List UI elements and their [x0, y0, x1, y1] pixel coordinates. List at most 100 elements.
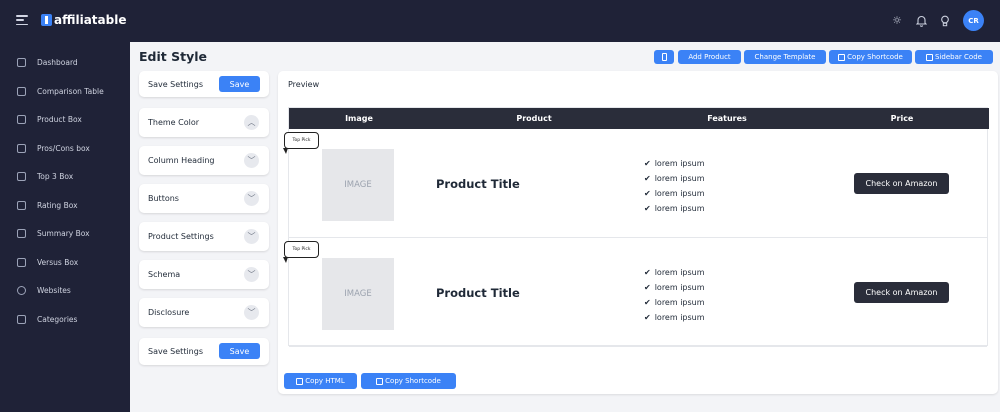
sidebar-item-dashboard[interactable]: Dashboard: [17, 58, 78, 67]
save-settings-label: Save Settings: [148, 347, 203, 356]
feature-text: lorem ipsum: [654, 298, 705, 307]
list-item: ✔ lorem ipsum: [644, 295, 705, 310]
sidebar-item-pros-cons[interactable]: Pros/Cons box: [17, 144, 90, 153]
avatar[interactable]: CR: [963, 10, 984, 31]
feature-text: lorem ipsum: [654, 159, 705, 168]
logo-mark-icon: [41, 14, 52, 26]
header-image: Image: [345, 114, 373, 123]
feature-list: ✔ lorem ipsum ✔ lorem ipsum ✔ lorem ipsum ✔…: [644, 156, 705, 216]
save-button[interactable]: Save: [219, 76, 260, 92]
list-item: ✔ lorem ipsum: [644, 156, 705, 171]
comparison-table: Image Product Features Price Top Pick IM…: [283, 107, 989, 347]
sun-icon[interactable]: ☼: [891, 14, 903, 27]
product-image-placeholder: IMAGE: [322, 149, 394, 221]
feature-text: lorem ipsum: [654, 189, 705, 198]
check-icon: ✔: [644, 313, 651, 322]
header-features: Features: [707, 114, 747, 123]
check-on-amazon-button[interactable]: Check on Amazon: [854, 173, 949, 194]
save-button[interactable]: Save: [219, 343, 260, 359]
sidebar-item-comparison-table[interactable]: Comparison Table: [17, 87, 104, 96]
check-icon: ✔: [644, 159, 651, 168]
sidebar-code-button[interactable]: Sidebar Code: [915, 50, 993, 64]
save-settings-top: Save Settings Save: [139, 71, 269, 97]
section-label: Disclosure: [148, 308, 190, 317]
mobile-preview-button[interactable]: [654, 50, 674, 64]
sidebar-item-summary-box[interactable]: Summary Box: [17, 229, 90, 238]
sidebar-item-categories[interactable]: Categories: [17, 315, 77, 324]
chevron-up-icon[interactable]: ︿: [244, 115, 259, 130]
chevron-down-icon[interactable]: ﹀: [244, 191, 259, 206]
sidebar-item-label: Versus Box: [37, 258, 79, 267]
section-column-heading[interactable]: Column Heading ﹀: [139, 146, 269, 175]
check-on-amazon-button[interactable]: Check on Amazon: [854, 282, 949, 303]
sidebar-item-rating-box[interactable]: Rating Box: [17, 201, 78, 210]
copy-icon: [838, 53, 846, 61]
section-schema[interactable]: Schema ﹀: [139, 260, 269, 289]
logo[interactable]: affiliatable: [41, 13, 126, 27]
feature-list: ✔ lorem ipsum ✔ lorem ipsum ✔ lorem ipsum ✔…: [644, 265, 705, 325]
check-icon: ✔: [644, 204, 651, 213]
header-price: Price: [890, 114, 914, 123]
section-buttons[interactable]: Buttons ﹀: [139, 184, 269, 213]
menu-icon[interactable]: [16, 15, 28, 25]
section-disclosure[interactable]: Disclosure ﹀: [139, 298, 269, 327]
topbar-actions: ☼ CR: [891, 10, 984, 31]
sidebar-item-label: Categories: [37, 315, 78, 324]
table-icon: [17, 87, 26, 96]
save-settings-bottom: Save Settings Save: [139, 338, 269, 365]
chevron-down-icon[interactable]: ﹀: [244, 305, 259, 320]
chevron-down-icon[interactable]: ﹀: [244, 229, 259, 244]
check-icon: ✔: [644, 283, 651, 292]
feature-text: lorem ipsum: [654, 174, 705, 183]
folder-icon: [17, 315, 26, 324]
summary-icon: [17, 229, 26, 238]
copy-html-label: Copy HTML: [305, 377, 345, 385]
save-settings-label: Save Settings: [148, 80, 203, 89]
app-name: affiliatable: [54, 13, 127, 27]
sidebar-item-label: Top 3 Box: [37, 172, 74, 181]
product-title: Product Title: [436, 286, 520, 300]
list-item: ✔ lorem ipsum: [644, 280, 705, 295]
add-product-button[interactable]: Add Product: [678, 50, 741, 64]
bulb-icon[interactable]: [939, 15, 951, 27]
preview-label: Preview: [288, 80, 320, 89]
sidebar-item-top-3[interactable]: Top 3 Box: [17, 172, 73, 181]
sidebar-item-label: Comparison Table: [37, 87, 104, 96]
list-icon: [17, 144, 26, 153]
star-icon: [17, 201, 26, 210]
product-title: Product Title: [436, 177, 520, 191]
feature-text: lorem ipsum: [654, 313, 705, 322]
sidebar-item-product-box[interactable]: Product Box: [17, 115, 82, 124]
sidebar-item-websites[interactable]: Websites: [17, 286, 71, 295]
phone-icon: [661, 53, 667, 61]
bell-icon[interactable]: [915, 15, 927, 27]
section-label: Schema: [148, 270, 181, 279]
section-theme-color[interactable]: Theme Color ︿: [139, 108, 269, 137]
list-item: ✔ lorem ipsum: [644, 310, 705, 325]
chevron-down-icon[interactable]: ﹀: [244, 153, 259, 168]
check-icon: ✔: [644, 174, 651, 183]
copy-shortcode-bottom-label: Copy Shortcode: [385, 377, 441, 385]
box-icon: [17, 115, 26, 124]
sidebar-item-label: Dashboard: [37, 58, 78, 67]
change-template-button[interactable]: Change Template: [744, 50, 826, 64]
sidebar-item-label: Summary Box: [37, 229, 90, 238]
top-pick-badge: Top Pick: [283, 241, 319, 263]
list-item: ✔ lorem ipsum: [644, 186, 705, 201]
list-item: ✔ lorem ipsum: [644, 265, 705, 280]
feature-text: lorem ipsum: [654, 268, 705, 277]
chevron-down-icon[interactable]: ﹀: [244, 267, 259, 282]
table-row: Top Pick IMAGE Product Title ✔ lorem ipsu…: [283, 129, 987, 238]
copy-shortcode-button[interactable]: Copy Shortcode: [829, 50, 912, 64]
check-icon: ✔: [644, 298, 651, 307]
copy-icon: [376, 377, 384, 385]
sidebar-item-label: Product Box: [37, 115, 82, 124]
copy-html-button[interactable]: Copy HTML: [284, 373, 357, 389]
copy-shortcode-label: Copy Shortcode: [847, 53, 903, 61]
sidebar-item-versus-box[interactable]: Versus Box: [17, 258, 78, 267]
sidebar: Dashboard Comparison Table Product Box P…: [0, 42, 130, 412]
copy-shortcode-bottom-button[interactable]: Copy Shortcode: [361, 373, 456, 389]
section-product-settings[interactable]: Product Settings ﹀: [139, 222, 269, 251]
versus-icon: [17, 258, 26, 267]
feature-text: lorem ipsum: [654, 204, 705, 213]
